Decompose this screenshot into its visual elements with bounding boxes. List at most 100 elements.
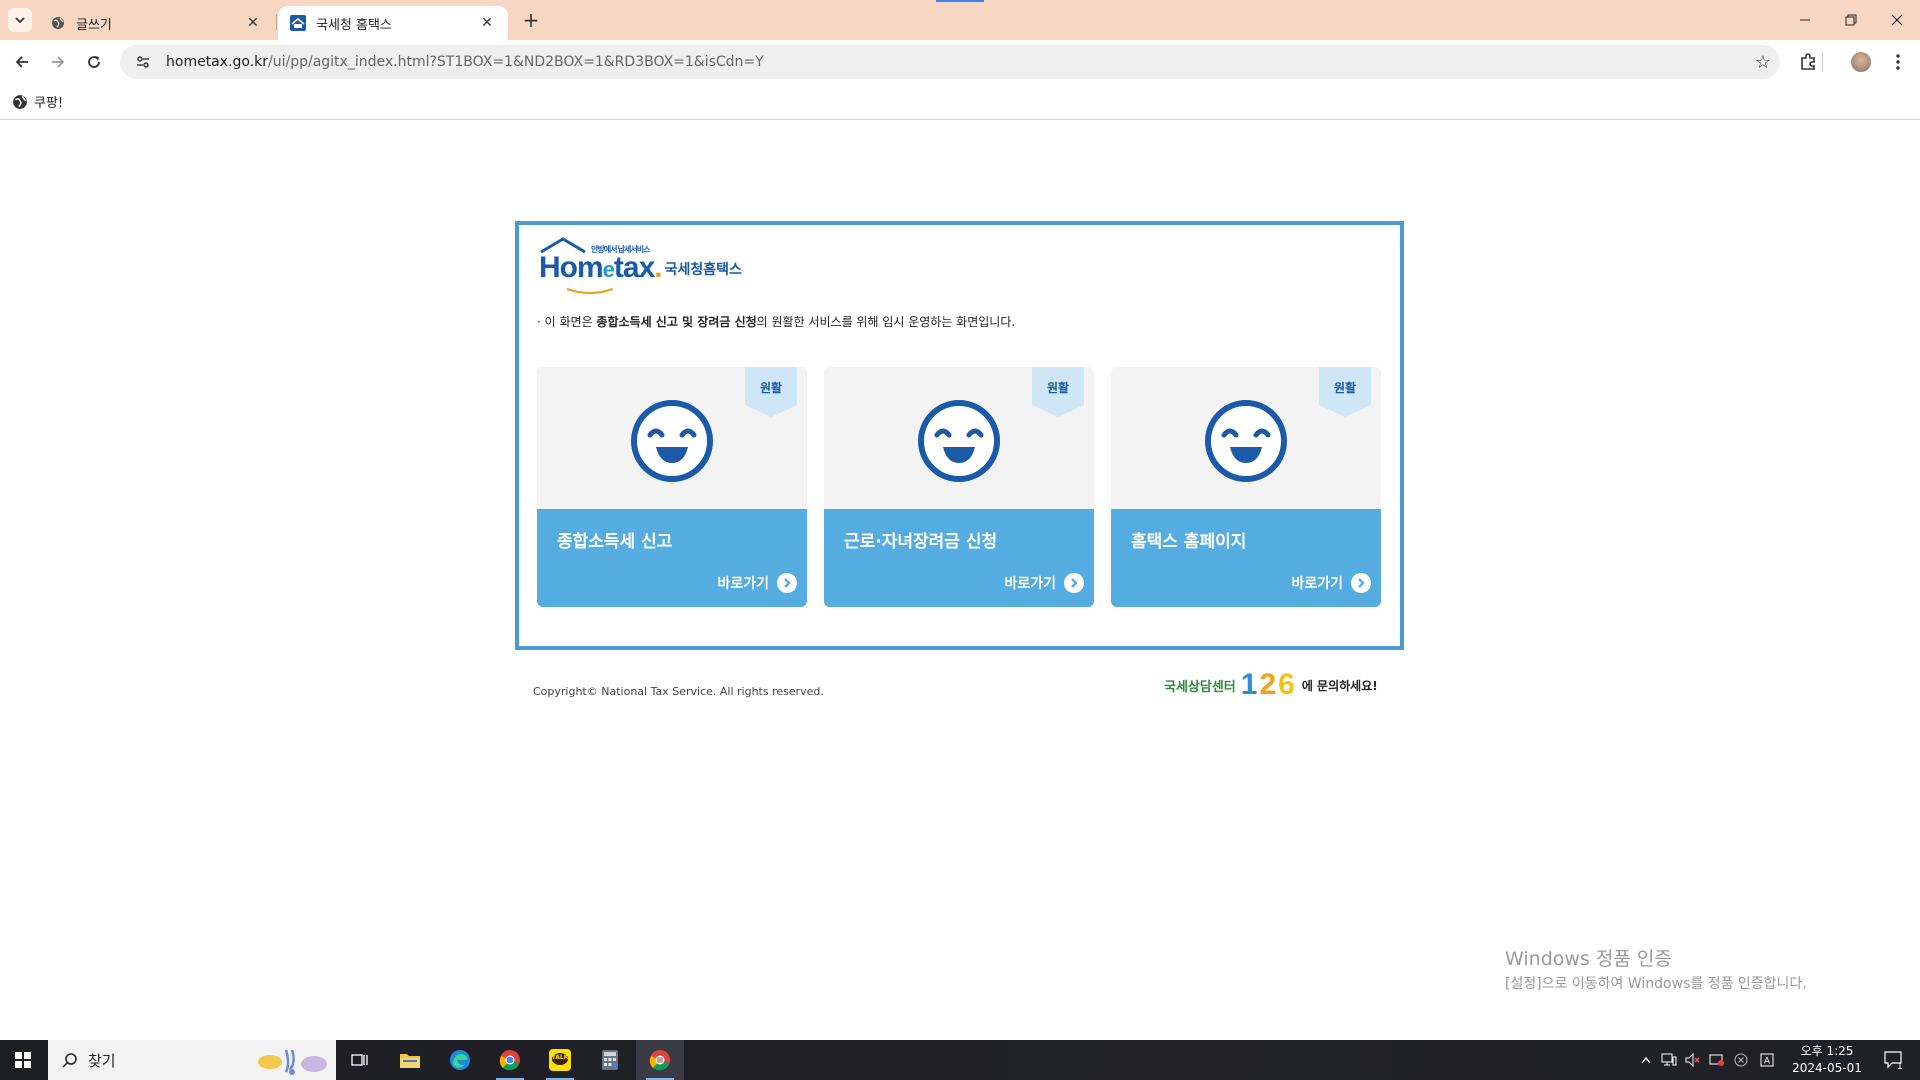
watermark-subtitle: [설정]으로 이동하여 Windows를 정품 인증합니다. [1505,976,1807,992]
restore-button[interactable] [1828,0,1874,40]
minimize-button[interactable] [1782,0,1828,40]
toolbar-divider [1822,52,1823,72]
tab-hometax[interactable]: 국세청 홈택스 ✕ [278,6,508,40]
reload-button[interactable] [82,50,106,74]
calculator-button[interactable] [586,1040,634,1080]
show-hidden-icons-button[interactable] [1636,1040,1656,1080]
arrow-left-icon [15,56,28,68]
site-info-icon[interactable] [136,55,156,69]
security-tray-button[interactable] [1706,1040,1728,1080]
taskbar-search[interactable]: 찾기 [48,1040,336,1080]
shortcut-link[interactable]: 바로가기 [1004,573,1084,593]
shortcut-link[interactable]: 바로가기 [717,573,797,593]
card-hometax-homepage[interactable]: 원활 홈택스 홈페이지 바로가기 [1111,367,1381,607]
logo-wordmark: Hometax. 안방에서 납세서비스 [539,245,663,284]
more-vertical-icon [1896,54,1900,70]
call-center-label: 국세상담센터 [1164,679,1236,695]
call-center-number: 126 [1240,668,1295,701]
card-income-tax-filing[interactable]: 원활 종합소득세 신고 바로가기 [537,367,807,607]
bookmark-star-icon[interactable]: ☆ [1746,52,1780,73]
new-tab-button[interactable]: + [520,10,542,32]
task-view-button[interactable] [336,1040,384,1080]
card-top: 원활 [824,367,1094,509]
clock-date: 2024-05-01 [1792,1061,1862,1075]
task-view-icon [351,1054,368,1066]
notification-center-button[interactable]: 1 [1876,1040,1912,1080]
arrow-circle-icon [777,573,797,593]
kakaotalk-button[interactable]: TALK [536,1040,584,1080]
url-text: hometax.go.kr/ui/pp/agitx_index.html?ST1… [166,54,1746,70]
status-badge: 원활 [1046,381,1070,395]
svg-text:A: A [1764,1057,1771,1067]
tab-search-button[interactable] [8,8,32,32]
tab-write[interactable]: 글쓰기 ✕ [38,6,274,40]
calculator-icon [602,1050,618,1070]
shortcut-link[interactable]: 바로가기 [1291,573,1371,593]
reload-icon [88,56,100,68]
windows-activation-watermark: Windows 정품 인증 [설정]으로 이동하여 Windows를 정품 인증… [1505,944,1807,993]
hometax-logo[interactable]: Hometax. 안방에서 납세서비스 국세청홈택스 [539,237,742,285]
smiley-icon [631,400,713,482]
chevron-down-icon [15,17,25,24]
search-icon [62,1053,77,1068]
copyright-text: Copyright© National Tax Service. All rig… [533,685,824,698]
monitor-alert-icon [1709,1054,1724,1066]
status-tray-button[interactable] [1730,1040,1752,1080]
tab-strip: 글쓰기 ✕ 국세청 홈택스 ✕ + [0,0,1920,40]
logo-korean: 국세청홈택스 [664,262,742,278]
network-icon [1661,1053,1677,1066]
smiley-icon [918,400,1000,482]
globe-icon [13,94,27,109]
smiley-icon [1205,400,1287,482]
search-highlight-illustration-icon [258,1049,327,1075]
volume-muted-icon [1685,1053,1700,1067]
chrome-icon [649,1050,670,1071]
url-path: /ui/pp/agitx_index.html?ST1BOX=1&ND2BOX=… [268,54,764,70]
logo-tagline: 안방에서 납세서비스 [591,245,650,254]
card-top: 원활 [537,367,807,509]
close-icon [1891,14,1903,26]
globe-icon [50,15,66,31]
input-method-button[interactable]: A [1756,1040,1778,1080]
status-badge: 원활 [759,381,783,395]
extensions-button[interactable] [1796,50,1820,74]
windows-taskbar: 찾기 TALK A 오후 1:25 2024-05-01 1 [0,1040,1920,1080]
cancel-circle-icon [1734,1053,1748,1067]
system-clock[interactable]: 오후 1:25 2024-05-01 [1782,1043,1872,1077]
card-bottom: 홈택스 홈페이지 바로가기 [1111,509,1381,607]
bookmark-coupang[interactable]: 쿠팡! [12,92,63,111]
chevron-up-icon [1641,1056,1651,1064]
close-tab-icon[interactable]: ✕ [244,14,262,32]
chrome-icon [499,1050,520,1071]
tab-accent-line [936,0,984,2]
network-tray-button[interactable] [1658,1040,1680,1080]
close-window-button[interactable] [1874,0,1920,40]
chrome-button[interactable] [486,1040,534,1080]
close-tab-icon[interactable]: ✕ [478,14,496,32]
arrow-circle-icon [1351,573,1371,593]
smile-swoosh-icon [566,288,614,294]
menu-button[interactable] [1886,50,1910,74]
avatar [1851,52,1871,72]
edge-button[interactable] [436,1040,484,1080]
forward-button[interactable] [46,50,70,74]
address-bar[interactable]: hometax.go.kr/ui/pp/agitx_index.html?ST1… [120,45,1780,79]
restore-icon [1845,14,1857,26]
hometax-favicon-icon [290,15,306,31]
chrome-active-window-button[interactable] [636,1040,684,1080]
card-incentive-application[interactable]: 원활 근로·자녀장려금 신청 바로가기 [824,367,1094,607]
volume-tray-button[interactable] [1682,1040,1704,1080]
arrow-right-icon [52,56,65,68]
bookmark-label: 쿠팡! [34,96,64,111]
profile-button[interactable] [1849,50,1873,74]
start-button[interactable] [0,1040,46,1080]
file-explorer-button[interactable] [386,1040,434,1080]
call-center-ask: 에 문의하세요! [1301,678,1378,693]
card-title: 종합소득세 신고 [557,532,673,552]
card-title: 근로·자녀장려금 신청 [844,532,998,552]
card-bottom: 근로·자녀장려금 신청 바로가기 [824,509,1094,607]
back-button[interactable] [10,50,34,74]
clock-time: 오후 1:25 [1800,1044,1854,1058]
puzzle-icon [1801,53,1815,70]
hometax-panel: Hometax. 안방에서 납세서비스 국세청홈택스 · 이 화면은 종합소득세 … [515,221,1404,650]
